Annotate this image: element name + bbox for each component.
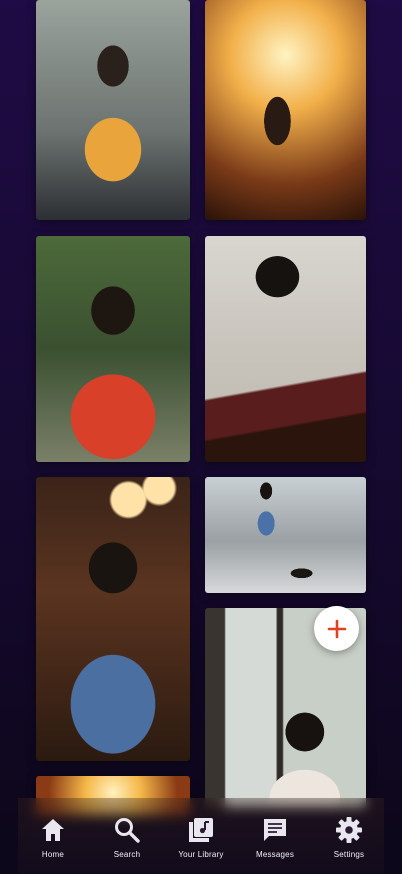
gallery-photo-6[interactable] bbox=[205, 477, 366, 593]
gallery-photo-4[interactable] bbox=[205, 236, 366, 462]
nav-item-search[interactable]: Search bbox=[92, 798, 162, 859]
search-icon bbox=[115, 818, 140, 843]
gallery-photo-3[interactable] bbox=[36, 236, 190, 462]
nav-item-library[interactable]: Your Library bbox=[166, 798, 236, 859]
nav-label-messages: Messages bbox=[255, 850, 295, 859]
bottom-navigation: Home Search Your Library Messages Settin… bbox=[18, 798, 384, 874]
gallery-photo-5[interactable] bbox=[36, 477, 190, 761]
settings-icon bbox=[336, 817, 362, 843]
nav-label-settings: Settings bbox=[333, 850, 365, 859]
add-button[interactable] bbox=[314, 606, 359, 651]
nav-label-search: Search bbox=[113, 850, 141, 859]
nav-label-library: Your Library bbox=[178, 850, 224, 859]
plus-icon bbox=[327, 619, 346, 638]
gallery-photo-1[interactable] bbox=[36, 0, 190, 220]
nav-label-home: Home bbox=[41, 850, 65, 859]
nav-item-home[interactable]: Home bbox=[18, 798, 88, 859]
messages-icon bbox=[264, 819, 286, 841]
library-icon bbox=[189, 818, 213, 842]
nav-item-messages[interactable]: Messages bbox=[240, 798, 310, 859]
home-icon bbox=[42, 819, 64, 841]
nav-item-settings[interactable]: Settings bbox=[314, 798, 384, 859]
gallery-photo-2[interactable] bbox=[205, 0, 366, 220]
